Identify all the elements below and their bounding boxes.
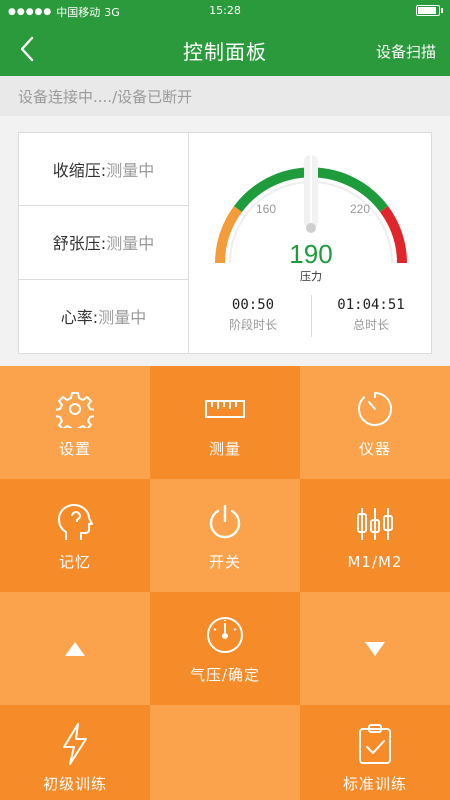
diastolic-row: 舒张压: 测量中 (19, 206, 188, 280)
gauge-tick-right: 220 (350, 202, 370, 216)
power-label: 开关 (208, 553, 241, 571)
standard-training-label: 标准训练 (342, 775, 407, 793)
measurement-panel: 收缩压: 测量中 舒张压: 测量中 心率: 测量中 160 220 190 压力 (18, 132, 432, 354)
lightning-icon (60, 721, 90, 767)
systolic-label: 收缩压: (52, 161, 107, 181)
instrument-button[interactable]: 仪器 (300, 366, 450, 479)
systolic-row: 收缩压: 测量中 (19, 133, 188, 207)
measure-button[interactable]: 测量 (150, 366, 300, 479)
power-button[interactable]: 开关 (150, 479, 300, 592)
timer-icon (356, 386, 394, 432)
heart-rate-value: 测量中 (98, 308, 147, 328)
beginner-training-button[interactable]: 初级训练 (0, 705, 150, 800)
heart-rate-label: 心率: (60, 308, 99, 328)
down-arrow-icon (364, 626, 386, 672)
measure-label: 测量 (208, 440, 241, 458)
stage-duration: 00:50 阶段时长 (198, 297, 308, 333)
pressure-gauge: 160 220 190 压力 00:50 阶段时长 01:04:51 总时长 (190, 133, 432, 353)
control-grid: 设置 测量 仪器 记忆 开关 M1/M2 气压/确定 初级训练 标准训练 (0, 366, 450, 800)
m1-m2-button[interactable]: M1/M2 (300, 479, 450, 592)
standard-training-button[interactable]: 标准训练 (300, 705, 450, 800)
m1-m2-label: M1/M2 (347, 552, 403, 571)
settings-button[interactable]: 设置 (0, 366, 150, 479)
stage-duration-value: 00:50 (231, 297, 275, 313)
total-duration-value: 01:04:51 (337, 297, 405, 313)
connection-status: 设备连接中..../设备已断开 (0, 76, 450, 116)
candlestick-icon (355, 501, 395, 547)
clipboard-check-icon (357, 721, 393, 767)
power-icon (206, 499, 244, 545)
gear-icon (56, 386, 94, 432)
gauge-tick-left: 160 (256, 202, 276, 216)
timer-divider (311, 295, 312, 337)
status-time: 15:28 (209, 4, 241, 17)
ruler-icon (204, 386, 246, 432)
systolic-value: 测量中 (106, 161, 155, 181)
memory-label: 记忆 (58, 553, 91, 571)
down-button[interactable] (300, 592, 450, 705)
stage-duration-label: 阶段时长 (228, 318, 277, 332)
head-memory-icon (56, 499, 94, 545)
total-duration: 01:04:51 总时长 (316, 297, 426, 333)
header: 控制面板 设备扫描 (0, 22, 450, 76)
total-duration-label: 总时长 (352, 318, 389, 332)
pressure-gauge-icon (205, 612, 245, 658)
heart-rate-row: 心率: 测量中 (19, 280, 188, 353)
diastolic-label: 舒张压: (52, 234, 107, 254)
settings-label: 设置 (58, 440, 91, 458)
memory-button[interactable]: 记忆 (0, 479, 150, 592)
up-button[interactable] (0, 592, 150, 705)
up-arrow-icon (64, 626, 86, 672)
pressure-confirm-button[interactable]: 气压/确定 (150, 592, 300, 705)
gauge-unit-label: 压力 (300, 270, 322, 283)
instrument-label: 仪器 (358, 440, 391, 458)
empty-tile (150, 705, 300, 800)
pressure-confirm-label: 气压/确定 (189, 666, 261, 684)
gauge-value: 190 (289, 239, 332, 269)
readings-list: 收缩压: 测量中 舒张压: 测量中 心率: 测量中 (19, 133, 189, 353)
device-scan-button[interactable]: 设备扫描 (376, 41, 436, 62)
gauge-pivot (306, 223, 316, 233)
battery-icon (416, 5, 443, 16)
status-bar: ●●●●● 中国移动 3G 15:28 (0, 0, 450, 22)
diastolic-value: 测量中 (106, 234, 155, 254)
timers: 00:50 阶段时长 01:04:51 总时长 (190, 289, 432, 347)
beginner-training-label: 初级训练 (42, 775, 107, 793)
